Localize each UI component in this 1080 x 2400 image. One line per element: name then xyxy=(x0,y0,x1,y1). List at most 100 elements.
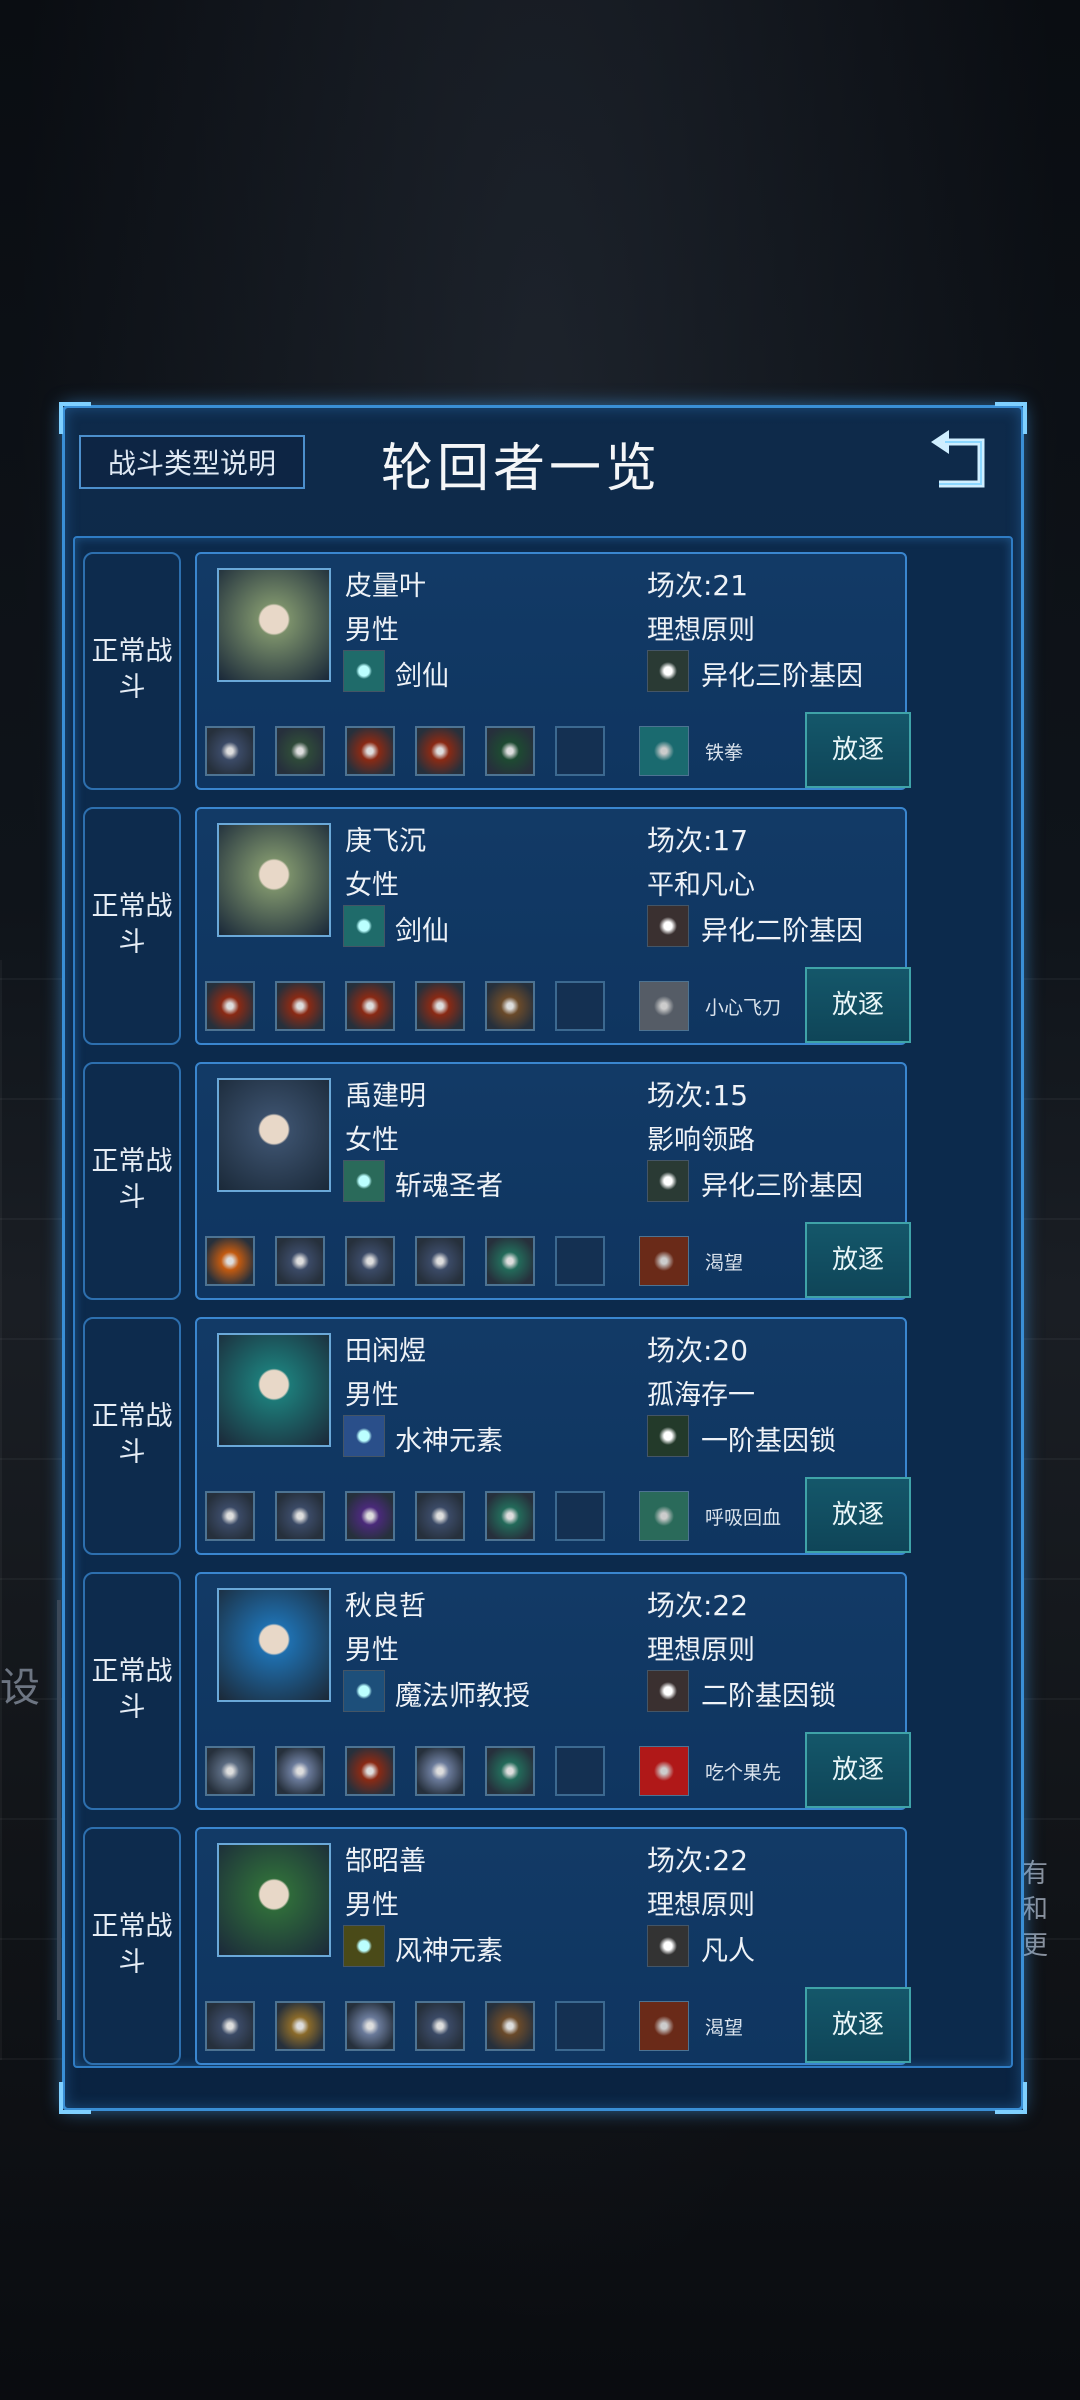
character-gender: 女性 xyxy=(345,1125,399,1156)
reincarnator-card[interactable]: 禹建明 女性 斩魂圣者 场次:15 影响领路 异化三阶基因 渴望 放逐 xyxy=(195,1062,911,1300)
character-portrait xyxy=(217,1588,331,1702)
relic-icon xyxy=(639,1236,689,1286)
equipment-slot-claw-icon[interactable] xyxy=(345,1746,395,1796)
equipment-slot-gem-icon[interactable] xyxy=(205,1491,255,1541)
equipment-slot-bow-icon[interactable] xyxy=(485,2001,535,2051)
relic-icon xyxy=(639,1746,689,1796)
battle-count: 场次:21 xyxy=(647,569,749,602)
equipment-slot-claw-icon[interactable] xyxy=(415,726,465,776)
equipment-slot-gem-icon[interactable] xyxy=(275,1236,325,1286)
equipment-slot-ring-icon[interactable] xyxy=(205,1746,255,1796)
exile-button[interactable]: 放逐 xyxy=(805,1222,911,1298)
character-gender: 女性 xyxy=(345,870,399,901)
reincarnator-card[interactable]: 庚飞沉 女性 剑仙 场次:17 平和凡心 异化二阶基因 小心飞刀 放逐 xyxy=(195,807,911,1045)
battle-count: 场次:22 xyxy=(647,1589,749,1622)
equipment-slot-gem-icon[interactable] xyxy=(205,726,255,776)
reincarnator-card[interactable]: 秋良哲 男性 魔法师教授 场次:22 理想原则 二阶基因锁 吃个果先 放逐 xyxy=(195,1572,911,1810)
character-name: 田闲煜 xyxy=(345,1336,426,1367)
character-name: 秋良哲 xyxy=(345,1591,426,1622)
equipment-slot-rings-icon[interactable] xyxy=(275,1746,325,1796)
empty-equipment-slot[interactable] xyxy=(555,1236,605,1286)
character-portrait xyxy=(217,1078,331,1192)
equipment-slot-gem-icon[interactable] xyxy=(415,1491,465,1541)
back-button[interactable] xyxy=(927,428,997,494)
character-name: 禹建明 xyxy=(345,1081,426,1112)
equipment-slot-rings-icon[interactable] xyxy=(345,2001,395,2051)
reincarnator-card[interactable]: 皮量叶 男性 剑仙 场次:21 理想原则 异化三阶基因 铁拳 放逐 xyxy=(195,552,911,790)
exile-button[interactable]: 放逐 xyxy=(805,1987,911,2063)
empty-equipment-slot[interactable] xyxy=(555,1746,605,1796)
class-skill-icon xyxy=(343,1415,385,1457)
equipment-slot-armor-icon[interactable] xyxy=(275,2001,325,2051)
exile-button[interactable]: 放逐 xyxy=(805,1732,911,1808)
equipment-slot-claw-icon[interactable] xyxy=(275,981,325,1031)
equipment-slot-claw-icon[interactable] xyxy=(415,981,465,1031)
gene-icon xyxy=(647,1415,689,1457)
equipment-slot-claw-icon[interactable] xyxy=(345,981,395,1031)
equipment-slot-gem-icon[interactable] xyxy=(415,2001,465,2051)
relic-icon xyxy=(639,1491,689,1541)
class-skill-icon xyxy=(343,1925,385,1967)
reincarnator-card[interactable]: 田闲煜 男性 水神元素 场次:20 孤海存一 一阶基因锁 呼吸回血 放逐 xyxy=(195,1317,911,1555)
equipment-slot-sword-icon[interactable] xyxy=(485,1236,535,1286)
class-skill-icon xyxy=(343,650,385,692)
class-skill-icon xyxy=(343,905,385,947)
reincarnator-card[interactable]: 郜昭善 男性 风神元素 场次:22 理想原则 凡人 渴望 放逐 xyxy=(195,1827,911,2065)
equipment-slot-amulet-icon[interactable] xyxy=(205,1236,255,1286)
battle-type-label: 正常战斗 xyxy=(91,1401,173,1468)
reincarnator-row: 正常战斗 庚飞沉 女性 剑仙 场次:17 平和凡心 异化二阶基因 小心飞刀 放逐 xyxy=(75,793,1011,1045)
character-portrait xyxy=(217,568,331,682)
equipment-slot-rings-icon[interactable] xyxy=(415,1746,465,1796)
equipment-slot-bow-icon[interactable] xyxy=(485,981,535,1031)
equipment-slot-gem-icon[interactable] xyxy=(345,1236,395,1286)
battle-type-tag: 正常战斗 xyxy=(83,807,181,1045)
character-gender: 男性 xyxy=(345,615,399,646)
gene-icon xyxy=(647,650,689,692)
empty-equipment-slot[interactable] xyxy=(555,981,605,1031)
equipment-slot-claw-icon[interactable] xyxy=(205,981,255,1031)
scrollbar[interactable] xyxy=(57,1600,61,2020)
equipment-slot-boots-icon[interactable] xyxy=(275,726,325,776)
panel-corner xyxy=(995,402,1027,434)
empty-equipment-slot[interactable] xyxy=(555,1491,605,1541)
reincarnator-list-panel: 战斗类型说明 轮回者一览 正常战斗 皮量叶 男性 剑仙 场次:21 理想原则 异… xyxy=(57,402,1027,2114)
character-ideal: 平和凡心 xyxy=(647,870,755,901)
gene-level: 一阶基因锁 xyxy=(701,1426,836,1457)
battle-type-help-button[interactable]: 战斗类型说明 xyxy=(79,435,305,489)
battle-count: 场次:22 xyxy=(647,1844,749,1877)
relic-name: 渴望 xyxy=(705,2017,744,2039)
equipment-slot-sword-icon[interactable] xyxy=(485,1491,535,1541)
character-gender: 男性 xyxy=(345,1635,399,1666)
empty-equipment-slot[interactable] xyxy=(555,2001,605,2051)
equipment-slot-blade-icon[interactable] xyxy=(485,726,535,776)
battle-type-tag: 正常战斗 xyxy=(83,1317,181,1555)
relic-name: 吃个果先 xyxy=(705,1762,782,1784)
gene-icon xyxy=(647,1925,689,1967)
equipment-slot-sword-icon[interactable] xyxy=(485,1746,535,1796)
battle-type-label: 正常战斗 xyxy=(91,636,173,703)
reincarnator-row: 正常战斗 郜昭善 男性 风神元素 场次:22 理想原则 凡人 渴望 放逐 xyxy=(75,1813,1011,2065)
character-name: 郜昭善 xyxy=(345,1846,426,1877)
relic-name: 小心飞刀 xyxy=(705,997,782,1019)
panel-corner xyxy=(995,2082,1027,2114)
reincarnator-row: 正常战斗 秋良哲 男性 魔法师教授 场次:22 理想原则 二阶基因锁 吃个果先 … xyxy=(75,1558,1011,1810)
battle-type-label: 正常战斗 xyxy=(91,891,173,958)
panel-corner xyxy=(59,2082,91,2114)
battle-type-label: 正常战斗 xyxy=(91,1656,173,1723)
equipment-slot-claw-icon[interactable] xyxy=(345,726,395,776)
exile-button[interactable]: 放逐 xyxy=(805,1477,911,1553)
equipment-slot-gem-icon[interactable] xyxy=(415,1236,465,1286)
exile-button[interactable]: 放逐 xyxy=(805,712,911,788)
equipment-slot-gem-icon[interactable] xyxy=(205,2001,255,2051)
battle-count: 场次:17 xyxy=(647,824,749,857)
battle-type-label: 正常战斗 xyxy=(91,1911,173,1978)
background-text-left: 设 xyxy=(0,1665,40,1711)
equipment-slot-gem-icon[interactable] xyxy=(275,1491,325,1541)
equipment-slot-orb-icon[interactable] xyxy=(345,1491,395,1541)
exile-button[interactable]: 放逐 xyxy=(805,967,911,1043)
empty-equipment-slot[interactable] xyxy=(555,726,605,776)
class-skill-name: 风神元素 xyxy=(395,1936,503,1967)
battle-type-tag: 正常战斗 xyxy=(83,1062,181,1300)
relic-name: 呼吸回血 xyxy=(705,1507,782,1529)
reincarnator-list[interactable]: 正常战斗 皮量叶 男性 剑仙 场次:21 理想原则 异化三阶基因 铁拳 放逐 正… xyxy=(73,536,1013,2068)
